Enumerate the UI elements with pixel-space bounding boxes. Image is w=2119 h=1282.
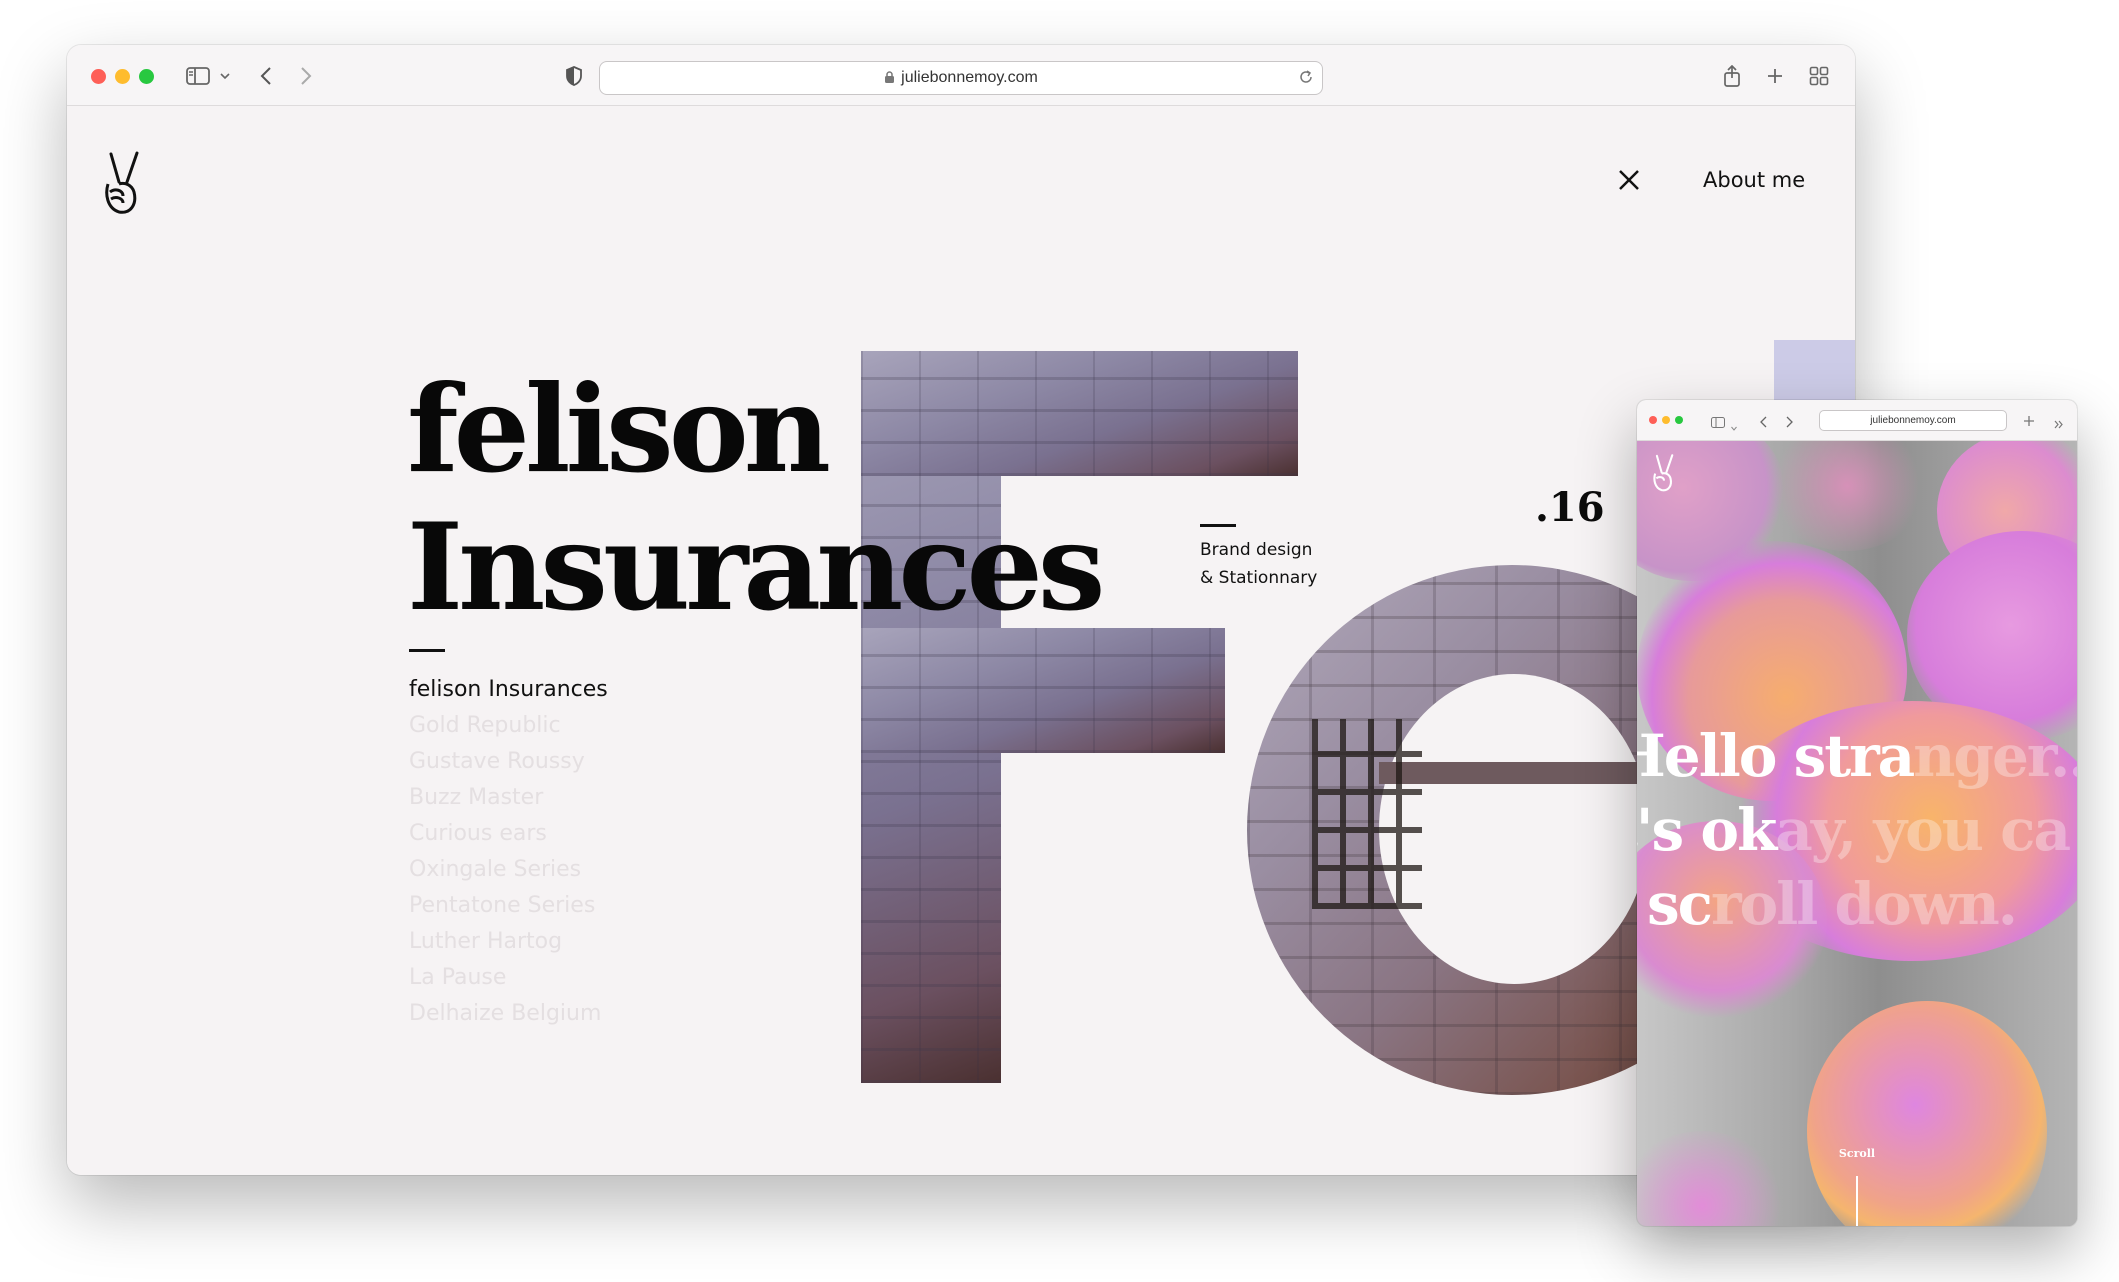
address-bar[interactable]: juliebonnemoy.com [599, 61, 1323, 95]
project-title-line1: felison [407, 359, 831, 500]
double-chevron-icon[interactable] [2054, 414, 2064, 433]
project-item-buzz-master[interactable]: Buzz Master [409, 780, 608, 816]
browser-toolbar: juliebonnemoy.com [67, 45, 1855, 106]
project-item-felison-insurances[interactable]: felison Insurances [409, 672, 608, 708]
secondary-browser-toolbar: juliebonnemoy.com [1637, 400, 2077, 441]
project-number: .16 [1535, 484, 1605, 531]
project-item-la-pause[interactable]: La Pause [409, 960, 608, 996]
page-content: About me felison Insurances felison Insu… [67, 106, 1855, 1175]
scroll-indicator-line [1856, 1176, 1858, 1226]
blob-shape [1807, 1001, 2047, 1226]
greeting-line3-solid: sc [1647, 870, 1713, 938]
project-item-gustave-roussy[interactable]: Gustave Roussy [409, 744, 608, 780]
secondary-page-content: Hello stranger... t's okay, you ca scrol… [1637, 441, 2077, 1226]
address-bar[interactable]: juliebonnemoy.com [1819, 410, 2007, 431]
close-window-button[interactable] [1649, 416, 1657, 424]
hero-greeting: Hello stranger... t's okay, you ca scrol… [1637, 719, 2077, 941]
project-item-pentatone-series[interactable]: Pentatone Series [409, 888, 608, 924]
about-me-link[interactable]: About me [1703, 168, 1805, 192]
project-tagline: Brand design & Stationnary [1200, 536, 1317, 592]
sidebar-icon[interactable] [183, 61, 213, 91]
project-title: felison Insurances [407, 359, 1105, 638]
peace-hand-logo-icon[interactable] [1651, 453, 1677, 497]
letter-f-mid-bar-image [861, 628, 1225, 753]
close-window-button[interactable] [91, 69, 106, 84]
project-item-luther-hartog[interactable]: Luther Hartog [409, 924, 608, 960]
sidebar-icon[interactable] [1711, 413, 1725, 432]
building-windows [1312, 719, 1422, 909]
tab-overview-icon[interactable] [1807, 61, 1831, 91]
tagline-divider [1200, 524, 1236, 527]
project-item-gold-republic[interactable]: Gold Republic [409, 708, 608, 744]
back-icon[interactable] [1760, 413, 1767, 432]
title-divider [409, 649, 445, 652]
share-icon[interactable] [1720, 61, 1744, 91]
tagline-line2: & Stationnary [1200, 568, 1318, 588]
main-browser-window: juliebonnemoy.com About me felison Insur… [67, 45, 1855, 1175]
greeting-line2-faded: ay, you ca [1775, 796, 2071, 864]
new-tab-icon[interactable] [2023, 412, 2035, 431]
peace-hand-logo-icon[interactable] [101, 150, 145, 220]
minimize-window-button[interactable] [1662, 416, 1670, 424]
tagline-line1: Brand design [1200, 540, 1313, 560]
forward-icon[interactable] [1786, 413, 1793, 432]
maximize-window-button[interactable] [1675, 416, 1683, 424]
blob-shape [1767, 441, 1927, 551]
project-item-curious-ears[interactable]: Curious ears [409, 816, 608, 852]
url-text: juliebonnemoy.com [1870, 415, 1956, 426]
url-text: juliebonnemoy.com [901, 69, 1038, 86]
minimize-window-button[interactable] [115, 69, 130, 84]
greeting-line3-faded: roll down. [1710, 870, 2018, 938]
shield-icon[interactable] [562, 61, 586, 91]
secondary-browser-window: juliebonnemoy.com Hello stranger. 's oka… [1637, 400, 2077, 1226]
reload-icon[interactable] [1298, 69, 1314, 89]
project-title-line2: Insurances [407, 497, 1105, 638]
blob-shape [1637, 1131, 1787, 1226]
chevron-down-icon[interactable] [217, 61, 233, 91]
lock-icon [884, 69, 895, 88]
project-list: felison Insurances Gold Republic Gustave… [409, 672, 608, 1032]
back-icon[interactable] [255, 61, 277, 91]
chevron-down-icon[interactable] [1731, 416, 1737, 435]
new-tab-icon[interactable] [1763, 61, 1787, 91]
maximize-window-button[interactable] [139, 69, 154, 84]
forward-icon[interactable] [295, 61, 317, 91]
close-icon[interactable] [1617, 168, 1641, 192]
project-item-delhaize-belgium[interactable]: Delhaize Belgium [409, 996, 608, 1032]
greeting-line1-faded: nger... [1913, 722, 2077, 790]
greeting-line1-solid: Hello stra [1637, 722, 1915, 790]
greeting-line2-solid: t's ok [1637, 796, 1777, 864]
scroll-hint[interactable]: Scroll [1637, 1147, 2077, 1160]
project-item-oxingale-series[interactable]: Oxingale Series [409, 852, 608, 888]
